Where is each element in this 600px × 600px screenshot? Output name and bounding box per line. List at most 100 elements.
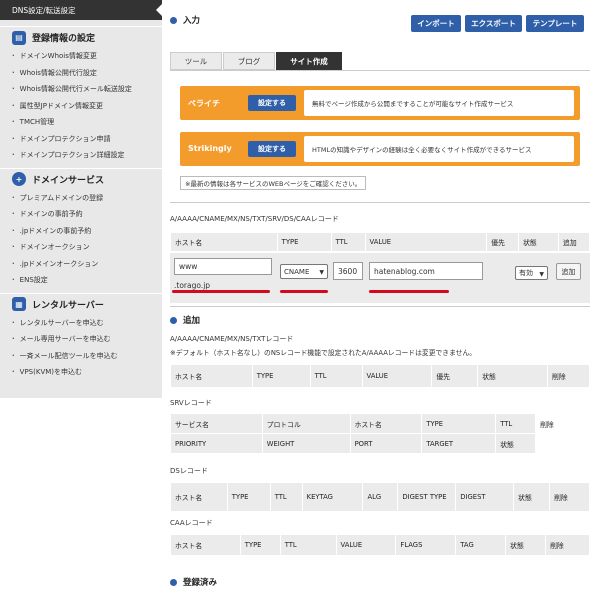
sidebar-item-bulk-mail[interactable]: 一斉メール配信ツールを申込む bbox=[0, 348, 162, 365]
column-header: ホスト名 bbox=[170, 482, 228, 512]
column-header: TTL bbox=[309, 364, 363, 388]
column-header: TAG bbox=[455, 534, 507, 556]
type-select[interactable]: CNAME ▼ bbox=[280, 264, 328, 279]
value-input[interactable]: hatenablog.com bbox=[369, 262, 483, 280]
sidebar-item-jp-auction[interactable]: .jpドメインオークション bbox=[0, 256, 162, 273]
column-header: TTL bbox=[269, 482, 303, 512]
tab-divider bbox=[170, 70, 590, 71]
column-header: TYPE bbox=[239, 534, 281, 556]
column-header: 優先 bbox=[486, 232, 520, 252]
column-header: FLAGS bbox=[395, 534, 457, 556]
divider bbox=[170, 306, 590, 307]
ds-record-label: DSレコード bbox=[170, 467, 208, 475]
service-card-strikingly: Strikingly 設定する HTMLの知識やデザインの経験は全く必要なくサイ… bbox=[180, 132, 580, 166]
add-record-button[interactable]: 追加 bbox=[556, 263, 581, 280]
template-button[interactable]: テンプレート bbox=[526, 15, 584, 32]
document-icon: ▤ bbox=[12, 30, 26, 45]
sidebar: DNS設定/転送設定 ▤ 登録情報の設定 ドメインWhois情報変更 Whois… bbox=[0, 0, 162, 398]
sidebar-item-dns-settings[interactable]: DNS設定/転送設定 bbox=[0, 0, 162, 20]
column-header: TYPE bbox=[226, 482, 271, 512]
section-title-input: 入力 bbox=[170, 14, 200, 26]
tab-tool[interactable]: ツール bbox=[170, 52, 222, 70]
sidebar-item-jp-preorder[interactable]: .jpドメインの事前予約 bbox=[0, 223, 162, 240]
peraichi-setup-button[interactable]: 設定する bbox=[248, 95, 296, 111]
column-header: KEYTAG bbox=[301, 482, 364, 512]
section-title-text: 追加 bbox=[183, 316, 201, 326]
sidebar-item-rental[interactable]: レンタルサーバーを申込む bbox=[0, 315, 162, 332]
column-header: ホスト名 bbox=[170, 534, 241, 556]
column-header: TYPE bbox=[421, 413, 497, 434]
chevron-down-icon: ▼ bbox=[539, 271, 544, 278]
sidebar-item-preorder[interactable]: ドメインの事前予約 bbox=[0, 206, 162, 223]
column-header: プロトコル bbox=[261, 413, 351, 434]
sidebar-item-jp-attr[interactable]: 属性型JPドメイン情報変更 bbox=[0, 98, 162, 115]
sidebar-item-label: DNS設定/転送設定 bbox=[12, 5, 76, 15]
column-header: TTL bbox=[330, 232, 366, 252]
column-header: サービス名 bbox=[170, 413, 263, 434]
column-header: TYPE bbox=[276, 232, 332, 252]
ttl-input[interactable]: 3600 bbox=[333, 262, 363, 280]
sidebar-section-registration: ▤ 登録情報の設定 bbox=[0, 26, 162, 48]
chevron-down-icon: ▼ bbox=[319, 269, 324, 276]
section-title-add: 追加 bbox=[170, 314, 200, 326]
column-header: 削除 bbox=[547, 364, 590, 388]
domain-suffix: .torago.jp bbox=[174, 281, 211, 290]
column-header: TARGET bbox=[421, 433, 497, 454]
sidebar-section-rental-server: ▦ レンタルサーバー bbox=[0, 292, 162, 315]
bullet-icon bbox=[170, 578, 177, 586]
sidebar-item-mail-server[interactable]: メール専用サーバーを申込む bbox=[0, 331, 162, 348]
column-header: 削除 bbox=[549, 482, 590, 512]
sidebar-item-tmch[interactable]: TMCH管理 bbox=[0, 114, 162, 131]
column-header: TYPE bbox=[251, 364, 311, 388]
sidebar-item-ens[interactable]: ENS設定 bbox=[0, 272, 162, 289]
column-header: VALUE bbox=[364, 232, 488, 252]
sidebar-item-protection-apply[interactable]: ドメインプロテクション申請 bbox=[0, 131, 162, 148]
column-header: DIGEST TYPE bbox=[397, 482, 457, 512]
strikingly-setup-button[interactable]: 設定する bbox=[248, 141, 296, 157]
service-card-peraichi: ペライチ 設定する 無料でページ作成から公開まですることが可能なサイト作成サービ… bbox=[180, 86, 580, 120]
sidebar-item-whois-change[interactable]: ドメインWhois情報変更 bbox=[0, 48, 162, 65]
sidebar-section-domain-service: + ドメインサービス bbox=[0, 167, 162, 190]
section-title-registered: 登録済み bbox=[170, 576, 217, 588]
column-header: VALUE bbox=[335, 534, 397, 556]
sidebar-item-whois-mail[interactable]: Whois情報公開代行メール転送設定 bbox=[0, 81, 162, 98]
annotation-underline bbox=[369, 290, 449, 293]
sidebar-item-protection-detail[interactable]: ドメインプロテクション詳細設定 bbox=[0, 147, 162, 164]
column-header: PORT bbox=[349, 433, 423, 454]
column-header: 状態 bbox=[477, 364, 549, 388]
plus-icon: + bbox=[12, 172, 26, 186]
server-icon: ▦ bbox=[12, 297, 26, 311]
tab-blog[interactable]: ブログ bbox=[223, 52, 275, 70]
service-name: Strikingly bbox=[188, 144, 232, 153]
column-header: ホスト名 bbox=[170, 232, 278, 252]
sidebar-item-vps[interactable]: VPS(KVM)を申込む bbox=[0, 364, 162, 381]
tab-site-creation[interactable]: サイト作成 bbox=[276, 52, 342, 70]
srv-record-table: サービス名 プロトコル ホスト名 TYPE TTL 削除 PRIORITY WE… bbox=[170, 413, 590, 454]
sidebar-section-title: ドメインサービス bbox=[32, 175, 105, 186]
ds-record-table: ホスト名 TYPE TTL KEYTAG ALG DIGEST TYPE DIG… bbox=[170, 482, 590, 512]
record-form-header: ホスト名 TYPE TTL VALUE 優先 状態 追加 bbox=[170, 232, 590, 252]
sidebar-item-auction[interactable]: ドメインオークション bbox=[0, 239, 162, 256]
a-record-table: ホスト名 TYPE TTL VALUE 優先 状態 削除 bbox=[170, 364, 590, 388]
column-header: DIGEST bbox=[455, 482, 515, 512]
srv-record-label: SRVレコード bbox=[170, 399, 212, 407]
main-content: 入力 インポート エクスポート テンプレート ツール ブログ サイト作成 ペライ… bbox=[170, 0, 600, 600]
sidebar-item-whois-proxy[interactable]: Whois情報公開代行設定 bbox=[0, 65, 162, 82]
annotation-underline bbox=[280, 290, 328, 293]
status-select[interactable]: 有効 ▼ bbox=[515, 266, 548, 280]
type-select-value: CNAME bbox=[284, 267, 310, 276]
column-header: 状態 bbox=[513, 482, 551, 512]
export-button[interactable]: エクスポート bbox=[465, 15, 522, 32]
section-title-text: 入力 bbox=[183, 16, 201, 26]
import-button[interactable]: インポート bbox=[411, 15, 461, 32]
host-input[interactable]: www bbox=[174, 258, 272, 275]
a-record-note: ※デフォルト（ホスト名なし）のNSレコード機能で設定されたA/AAAAレコードは… bbox=[170, 349, 477, 357]
sidebar-item-premium[interactable]: プレミアムドメインの登録 bbox=[0, 190, 162, 207]
column-header: ホスト名 bbox=[170, 364, 253, 388]
section-title-text: 登録済み bbox=[183, 578, 218, 588]
column-header: PRIORITY bbox=[170, 433, 263, 454]
sidebar-section-title: 登録情報の設定 bbox=[32, 34, 96, 44]
column-header: 状態 bbox=[495, 433, 537, 454]
empty-cell bbox=[535, 433, 590, 454]
annotation-underline bbox=[172, 290, 270, 293]
